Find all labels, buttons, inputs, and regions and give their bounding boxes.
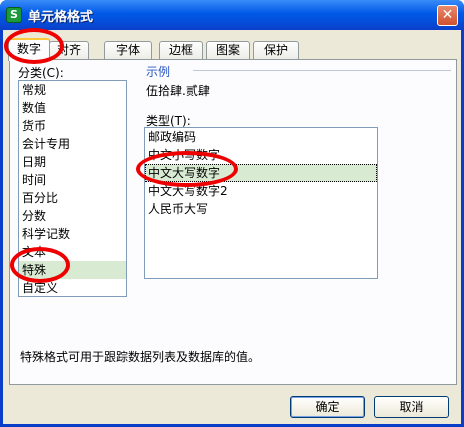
tab-pattern[interactable]: 图案 [206,41,250,60]
category-item[interactable]: 常规 [19,81,126,99]
category-item[interactable]: 日期 [19,153,126,171]
cancel-button[interactable]: 取消 [374,396,449,418]
dialog-title: 单元格格式 [28,10,94,25]
tab-number[interactable]: 数字 [8,38,50,61]
tab-font[interactable]: 字体 [104,41,152,60]
sample-divider [193,70,451,71]
number-tab-panel: 分类(C): 常规 数值 货币 会计专用 日期 时间 百分比 分数 科学记数 文… [9,59,457,385]
category-list[interactable]: 常规 数值 货币 会计专用 日期 时间 百分比 分数 科学记数 文本 特殊 自定… [18,80,127,297]
tab-alignment[interactable]: 对齐 [49,41,89,60]
category-item[interactable]: 货币 [19,117,126,135]
category-item[interactable]: 百分比 [19,189,126,207]
type-item[interactable]: 中文小写数字 [145,146,377,164]
title-bar[interactable]: S 单元格格式 ✕ [0,0,464,30]
sample-value: 伍拾肆.贰肆 [146,84,210,98]
ok-button[interactable]: 确定 [290,396,365,418]
type-item[interactable]: 邮政编码 [145,128,377,146]
sample-title: 示例 [146,65,171,79]
category-item[interactable]: 分数 [19,207,126,225]
type-item[interactable]: 中文大写数字2 [145,182,377,200]
category-item-selected[interactable]: 特殊 [19,261,126,279]
type-item-selected[interactable]: 中文大写数字 [145,164,377,182]
tab-protection[interactable]: 保护 [253,41,299,60]
category-item[interactable]: 时间 [19,171,126,189]
tab-border[interactable]: 边框 [159,41,203,60]
category-item[interactable]: 会计专用 [19,135,126,153]
category-item[interactable]: 自定义 [19,279,126,296]
format-description: 特殊格式可用于跟踪数据列表及数据库的值。 [20,350,261,364]
category-item[interactable]: 文本 [19,243,126,261]
type-list[interactable]: 邮政编码 中文小写数字 中文大写数字 中文大写数字2 人民币大写 [144,127,378,279]
category-label: 分类(C): [18,66,64,80]
format-cells-dialog: S 单元格格式 ✕ 数字 对齐 字体 边框 图案 保护 分类(C): 常规 数值… [0,0,464,427]
dialog-body: 数字 对齐 字体 边框 图案 保护 分类(C): 常规 数值 货币 会计专用 日… [3,30,461,424]
category-item[interactable]: 数值 [19,99,126,117]
close-button[interactable]: ✕ [437,5,458,26]
type-item[interactable]: 人民币大写 [145,200,377,218]
app-logo-icon: S [6,7,22,23]
category-item[interactable]: 科学记数 [19,225,126,243]
